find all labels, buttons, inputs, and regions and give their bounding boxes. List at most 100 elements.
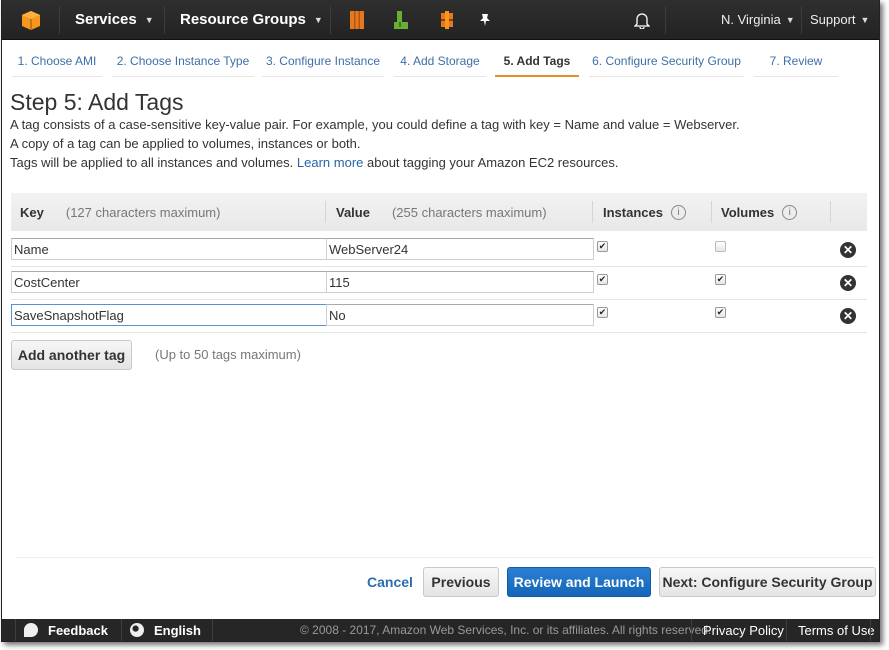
description-text: Tags will be applied to all instances an… [10, 155, 294, 170]
volumes-checkbox[interactable]: ✔ [715, 274, 726, 285]
previous-button[interactable]: Previous [423, 567, 499, 597]
pin-icon [480, 13, 490, 26]
instances-checkbox[interactable]: ✔ [597, 274, 608, 285]
learn-more-link[interactable]: Learn more [297, 155, 363, 170]
step-label: 4. Add Storage [400, 54, 480, 68]
description-text: about tagging your Amazon EC2 resources. [367, 155, 619, 170]
key-hint: (127 characters maximum) [65, 204, 221, 220]
terms-of-use-link[interactable]: Terms of Use [798, 619, 875, 641]
step-label: 6. Configure Security Group [592, 54, 741, 68]
footer-separator [121, 619, 122, 641]
ec2-shortcut[interactable] [349, 0, 365, 39]
tags-table-header: Key (127 characters maximum) Value (255 … [11, 193, 867, 231]
resource-groups-menu[interactable]: Resource Groups ▼ [180, 0, 323, 39]
instances-checkbox[interactable]: ✔ [597, 307, 608, 318]
footer-separator [212, 619, 213, 641]
table-row: ✔ ✔ ✕ [11, 266, 867, 300]
ec2-launch-wizard-window: Services ▼ Resource Groups ▼ N. Virginia… [1, 0, 880, 642]
feedback-label: Feedback [48, 622, 108, 638]
feedback-button[interactable]: Feedback [24, 619, 108, 641]
footer-separator [15, 619, 16, 641]
resource-groups-label: Resource Groups [180, 11, 306, 28]
step-add-tags[interactable]: 5. Add Tags [495, 48, 579, 77]
nav-separator [59, 6, 60, 34]
volumes-header-label: Volumes [721, 204, 775, 220]
language-selector[interactable]: English [130, 619, 201, 641]
remove-tag-icon[interactable]: ✕ [840, 308, 856, 324]
chevron-down-icon: ▼ [860, 14, 870, 25]
nav-separator [801, 6, 802, 34]
nav-separator [164, 6, 165, 34]
top-navigation-bar: Services ▼ Resource Groups ▼ N. Virginia… [2, 0, 879, 40]
tag-key-input[interactable] [11, 304, 327, 326]
bell-icon [634, 12, 650, 29]
tag-value-input[interactable] [326, 304, 594, 326]
column-header-volumes: Volumes i [721, 193, 798, 231]
review-and-launch-button[interactable]: Review and Launch [507, 567, 651, 597]
cancel-link[interactable]: Cancel [367, 574, 413, 590]
console-footer: Feedback English © 2008 - 2017, Amazon W… [2, 619, 879, 641]
chevron-down-icon: ▼ [144, 14, 154, 25]
chevron-down-icon: ▼ [313, 14, 323, 25]
volumes-checkbox[interactable]: ✔ [715, 307, 726, 318]
footer-divider [16, 557, 874, 558]
column-header-value: Value (255 characters maximum) [336, 193, 547, 231]
footer-separator [870, 619, 871, 641]
step-choose-ami[interactable]: 1. Choose AMI [12, 48, 102, 77]
tag-key-input[interactable] [11, 238, 327, 260]
tags-limit-note: (Up to 50 tags maximum) [155, 347, 301, 362]
column-separator [830, 201, 831, 223]
column-separator [592, 201, 593, 223]
ec2-icon [350, 10, 364, 29]
step-choose-instance-type[interactable]: 2. Choose Instance Type [112, 48, 254, 77]
notifications-button[interactable] [634, 0, 650, 39]
cloudformation-shortcut[interactable] [438, 0, 456, 39]
instances-header-label: Instances [603, 204, 663, 220]
globe-icon [130, 623, 144, 637]
info-icon[interactable]: i [782, 204, 798, 220]
page-title: Step 5: Add Tags [10, 89, 184, 115]
nav-separator [330, 6, 331, 34]
aws-logo-icon [22, 10, 40, 30]
value-hint: (255 characters maximum) [391, 204, 547, 220]
tag-value-input[interactable] [326, 238, 594, 260]
footer-separator [786, 619, 787, 641]
region-selector[interactable]: N. Virginia ▼ [721, 0, 795, 39]
support-menu[interactable]: Support ▼ [810, 0, 869, 39]
aws-logo-button[interactable] [20, 0, 42, 39]
column-header-key: Key (127 characters maximum) [20, 193, 220, 231]
step-label: 1. Choose AMI [17, 54, 97, 68]
step-review[interactable]: 7. Review [754, 48, 838, 77]
info-icon[interactable]: i [670, 204, 686, 220]
step-configure-security-group[interactable]: 6. Configure Security Group [589, 48, 744, 77]
remove-tag-icon[interactable]: ✕ [840, 242, 856, 258]
tag-value-input[interactable] [326, 271, 594, 293]
remove-tag-icon[interactable]: ✕ [840, 275, 856, 291]
support-label: Support [810, 12, 856, 27]
instances-checkbox[interactable]: ✔ [597, 241, 608, 252]
s3-icon [394, 10, 408, 29]
speech-bubble-icon [24, 623, 38, 637]
volumes-checkbox[interactable] [715, 241, 726, 252]
s3-shortcut[interactable] [393, 0, 409, 39]
description-line-3: Tags will be applied to all instances an… [10, 155, 619, 170]
step-label: 5. Add Tags [503, 54, 571, 68]
next-configure-security-group-button[interactable]: Next: Configure Security Group [659, 567, 876, 597]
step-label: 2. Choose Instance Type [116, 54, 250, 68]
step-configure-instance[interactable]: 3. Configure Instance [262, 48, 384, 77]
footer-separator [691, 619, 692, 641]
column-separator [325, 201, 326, 223]
services-menu[interactable]: Services ▼ [75, 0, 154, 39]
step-label: 3. Configure Instance [265, 54, 381, 68]
pin-shortcut[interactable] [479, 0, 491, 39]
add-another-tag-button[interactable]: Add another tag [11, 340, 132, 370]
table-row: ✔ ✕ [11, 233, 867, 267]
chevron-down-icon: ▼ [785, 14, 795, 25]
language-label: English [154, 622, 201, 638]
step-add-storage[interactable]: 4. Add Storage [394, 48, 486, 77]
copyright-text: © 2008 - 2017, Amazon Web Services, Inc.… [300, 623, 712, 637]
table-row: ✔ ✔ ✕ [11, 299, 867, 333]
column-header-instances: Instances i [603, 193, 686, 231]
tag-key-input[interactable] [11, 271, 327, 293]
privacy-policy-link[interactable]: Privacy Policy [703, 619, 784, 641]
